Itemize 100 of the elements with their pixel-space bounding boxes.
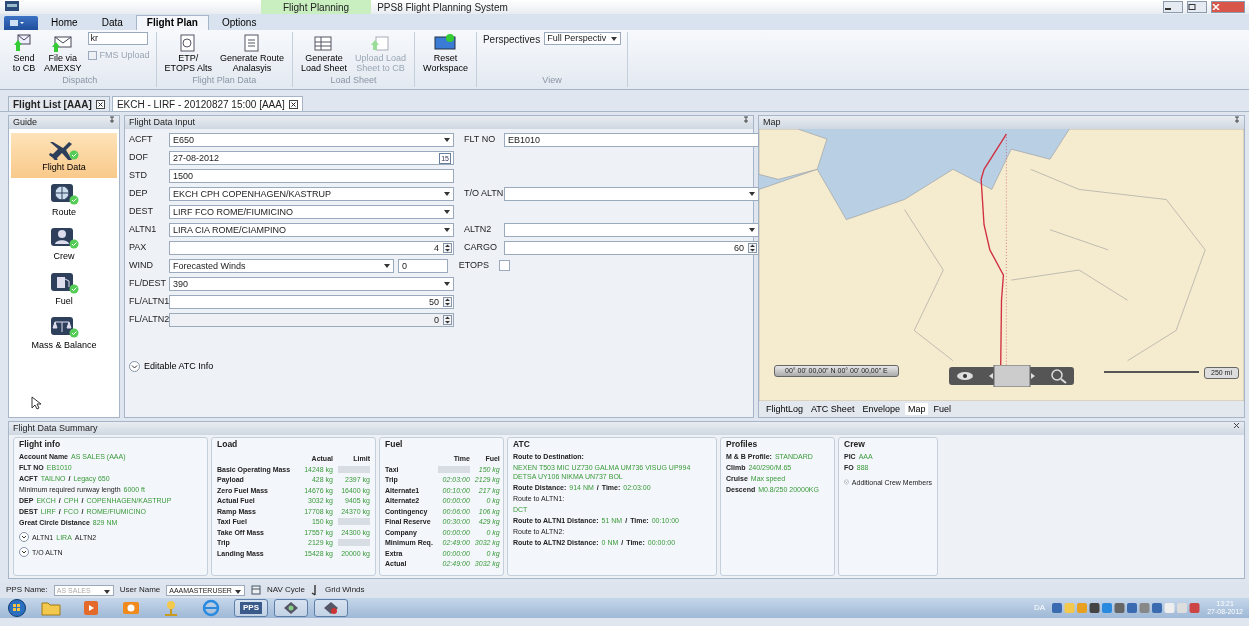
checkbox-label: FMS Upload: [99, 49, 150, 62]
chevron-icon[interactable]: [19, 547, 29, 557]
ribbon-tab[interactable]: Options: [210, 15, 268, 30]
dropdown-field[interactable]: Full Perspectiv: [544, 32, 622, 45]
ribbon-button[interactable]: File via AMEXSY: [42, 32, 84, 74]
menu-icon: [10, 19, 24, 27]
taskbar-button[interactable]: [274, 599, 308, 617]
ribbon-tab[interactable]: Home: [40, 15, 89, 30]
map-navigation-control[interactable]: [949, 365, 1074, 387]
pin-icon[interactable]: [743, 116, 749, 124]
caret-icon: [444, 191, 450, 196]
caret-icon: [103, 589, 110, 594]
caret-icon: [444, 281, 450, 286]
empty-value: [338, 518, 370, 525]
start-button[interactable]: [6, 599, 28, 617]
app-logo-icon: [4, 0, 20, 12]
dropdown-field[interactable]: [504, 222, 759, 237]
panel-title: Flight Data Summary: [13, 422, 98, 435]
expander-toggle[interactable]: Editable ATC Info: [129, 360, 749, 374]
status-text: Grid Winds: [324, 584, 365, 596]
text-field[interactable]: EB1010: [504, 132, 759, 147]
empty-value: [338, 465, 370, 473]
group-label: Dispatch: [61, 74, 99, 87]
field-label: DEP: [129, 186, 149, 200]
document-tab[interactable]: EKCH - LIRF - 20120827 15:00 [AAA]: [111, 96, 303, 111]
spin-arrows-icon[interactable]: [443, 296, 452, 307]
group-label: Flight Plan Data: [191, 74, 258, 87]
caret-icon: [234, 589, 241, 594]
guide-item[interactable]: Mass & Balance: [11, 311, 117, 356]
dropdown-field[interactable]: E650: [169, 132, 454, 147]
ribbon-button[interactable]: Generate Load Sheet: [298, 32, 349, 74]
spin-arrows-icon[interactable]: [443, 242, 452, 253]
guide-item[interactable]: Flight Data: [11, 133, 117, 178]
section-title: Fuel: [385, 439, 404, 450]
envelope-icon: [50, 33, 75, 53]
text-field[interactable]: 1500: [169, 168, 454, 183]
pin-icon[interactable]: [1234, 116, 1240, 124]
empty-value: [338, 539, 370, 546]
caret-icon: [384, 263, 390, 268]
taskbar-button[interactable]: [314, 599, 348, 617]
maximize-button[interactable]: [1187, 1, 1207, 13]
map-tab[interactable]: Map: [904, 403, 929, 415]
ribbon-button[interactable]: Generate Route Analasyis: [217, 32, 286, 74]
section-title: ATC: [513, 439, 531, 450]
caret-icon: [444, 209, 450, 214]
status-text: NAV Cycle: [266, 584, 305, 596]
checkbox[interactable]: [498, 260, 510, 271]
taskbar-button[interactable]: PPS: [234, 599, 268, 617]
caret-icon: [444, 227, 450, 232]
panel-title: Flight Data Input: [129, 116, 196, 129]
guide-item[interactable]: Crew: [11, 222, 117, 267]
field-label: STD: [129, 168, 148, 182]
section-title: Profiles: [726, 439, 759, 450]
ribbon-button[interactable]: Send to CB: [10, 32, 38, 74]
dropdown-field[interactable]: EKCH CPH COPENHAGEN/KASTRUP: [169, 186, 454, 201]
guide-item[interactable]: Fuel: [11, 266, 117, 311]
dropdown-field[interactable]: 390: [169, 276, 454, 291]
number-field[interactable]: 0: [398, 258, 448, 273]
scale-icon: [49, 314, 79, 338]
pin-icon[interactable]: [109, 116, 115, 124]
ribbon-tab[interactable]: Data: [90, 15, 134, 30]
app-menu-button[interactable]: [4, 16, 38, 30]
map-tab[interactable]: FlightLog: [763, 403, 807, 415]
close-icon[interactable]: [95, 99, 105, 109]
map-tab[interactable]: ATC Sheet: [808, 403, 858, 415]
wind-icon: [310, 584, 319, 596]
person-icon: [49, 225, 79, 249]
dropdown-field[interactable]: LIRF FCO ROME/FIUMICINO: [169, 204, 454, 219]
map-tab[interactable]: Envelope: [859, 403, 903, 415]
field-label: User Name: [119, 584, 161, 596]
close-icon[interactable]: [1233, 422, 1240, 429]
field-label: DEST: [129, 204, 154, 218]
number-field[interactable]: 50: [169, 294, 454, 309]
field-label: ALTN2: [464, 222, 493, 236]
field-label: ALTN1: [129, 222, 158, 236]
dropdown-field[interactable]: [504, 186, 759, 201]
document-tab[interactable]: Flight List [AAA]: [8, 96, 110, 111]
section-title: Load: [217, 439, 239, 450]
ribbon-button[interactable]: ETP/ ETOPS Alts: [162, 32, 214, 74]
field-label: WIND: [129, 258, 154, 272]
calendar-icon[interactable]: [250, 585, 261, 595]
empty-value: [437, 465, 470, 473]
field-label: T/O ALTN: [464, 186, 504, 200]
mail-icon: [121, 599, 141, 617]
number-field[interactable]: 60: [504, 240, 759, 255]
maximize-icon: [1188, 4, 1196, 10]
close-button[interactable]: [1211, 1, 1245, 13]
dropdown-field[interactable]: Forecasted Winds: [169, 258, 394, 273]
spin-arrows-icon[interactable]: [748, 242, 757, 253]
map-tab[interactable]: Fuel: [930, 403, 954, 415]
ribbon-button[interactable]: Reset Workspace: [421, 32, 470, 74]
section-title: Flight info: [19, 439, 62, 450]
close-icon[interactable]: [288, 99, 298, 109]
guide-item[interactable]: Route: [11, 177, 117, 222]
dropdown-field[interactable]: LIRA CIA ROME/CIAMPINO: [169, 222, 454, 237]
minimize-button[interactable]: [1163, 1, 1183, 13]
search-field[interactable]: kr: [87, 32, 148, 45]
number-field[interactable]: 4: [169, 240, 454, 255]
chevron-icon[interactable]: [19, 532, 29, 542]
ribbon-tab[interactable]: Flight Plan: [135, 15, 209, 30]
